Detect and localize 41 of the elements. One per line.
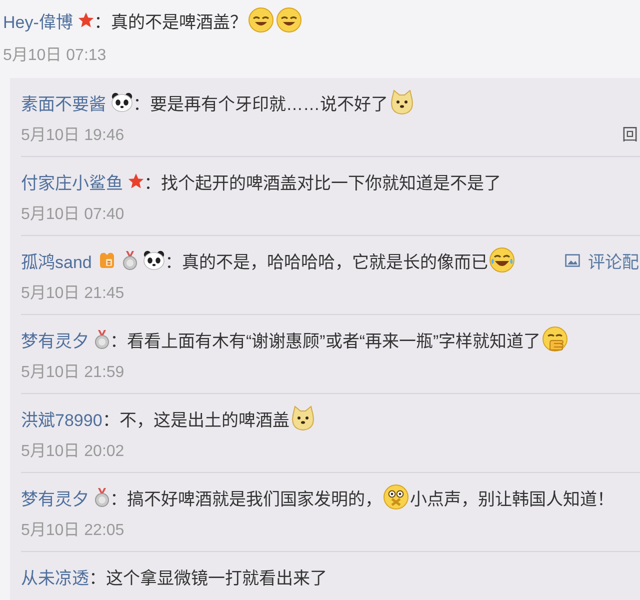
user-name-link[interactable]: 孤鸿sand — [21, 248, 92, 272]
medal-icon — [94, 330, 110, 348]
comment-text: ：不，这是出土的啤酒盖 — [102, 410, 290, 430]
user-name-link[interactable]: 从未凉透 — [21, 564, 89, 588]
user-name-link[interactable]: 付家庄小鲨鱼 — [21, 168, 123, 194]
medal-icon — [122, 250, 138, 270]
user-name-link[interactable]: 洪斌78990 — [21, 406, 102, 430]
face-with-hand-icon — [542, 326, 568, 352]
user-name-link[interactable]: Hey-偉博 — [3, 8, 73, 32]
comment-text: 小点声，别让韩国人知道！ — [410, 488, 614, 510]
timestamp: 5月10日 22:05 — [21, 521, 124, 540]
squinting-face-icon — [248, 7, 274, 33]
star-icon — [78, 12, 94, 28]
user-name-link[interactable]: 素面不要酱 — [21, 90, 106, 114]
dog-face-icon — [290, 405, 316, 431]
comment-text: ：搞不好啤酒就是我们国家发明的， — [110, 488, 382, 510]
panda-icon — [111, 92, 133, 112]
reply-link[interactable]: 回 — [622, 121, 638, 145]
timestamp: 5月10日 07:40 — [21, 205, 124, 224]
comment-text: ：真的不是，哈哈哈哈，它就是长的像而已 — [164, 252, 488, 272]
squinting-face-icon — [276, 7, 302, 33]
comment-text: ：真的不是啤酒盖？ — [94, 12, 247, 32]
timestamp: 5月10日 20:02 — [21, 442, 124, 461]
image-icon — [565, 254, 580, 266]
comment-text: ：找个起开的啤酒盖对比一下你就知道是不是了 — [144, 172, 501, 194]
star-icon — [128, 173, 144, 189]
comment-text: ：看看上面有木有“谢谢惠顾”或者“再来一瓶”字样就知道了 — [110, 330, 541, 352]
user-name-link[interactable]: 梦有灵夕 — [21, 484, 89, 510]
timestamp: 5月10日 21:45 — [21, 284, 124, 303]
face-with-crossed-mouth-icon — [383, 484, 409, 510]
timestamp: 5月10日 07:13 — [3, 46, 106, 65]
comment-text: ：要是再有个牙印就……说不好了 — [133, 94, 388, 114]
medal-icon — [94, 488, 110, 506]
dog-face-icon — [389, 89, 415, 115]
timestamp: 5月10日 21:59 — [21, 363, 124, 382]
timestamp: 5月10日 19:46 — [21, 126, 124, 145]
comment-text: ：这个拿显微镜一打就看出来了 — [89, 568, 327, 588]
laughing-face-icon — [488, 247, 515, 273]
comment-image-link[interactable]: 评论配 — [565, 248, 640, 272]
panda-icon — [142, 250, 165, 270]
user-name-link[interactable]: 梦有灵夕 — [21, 326, 89, 352]
